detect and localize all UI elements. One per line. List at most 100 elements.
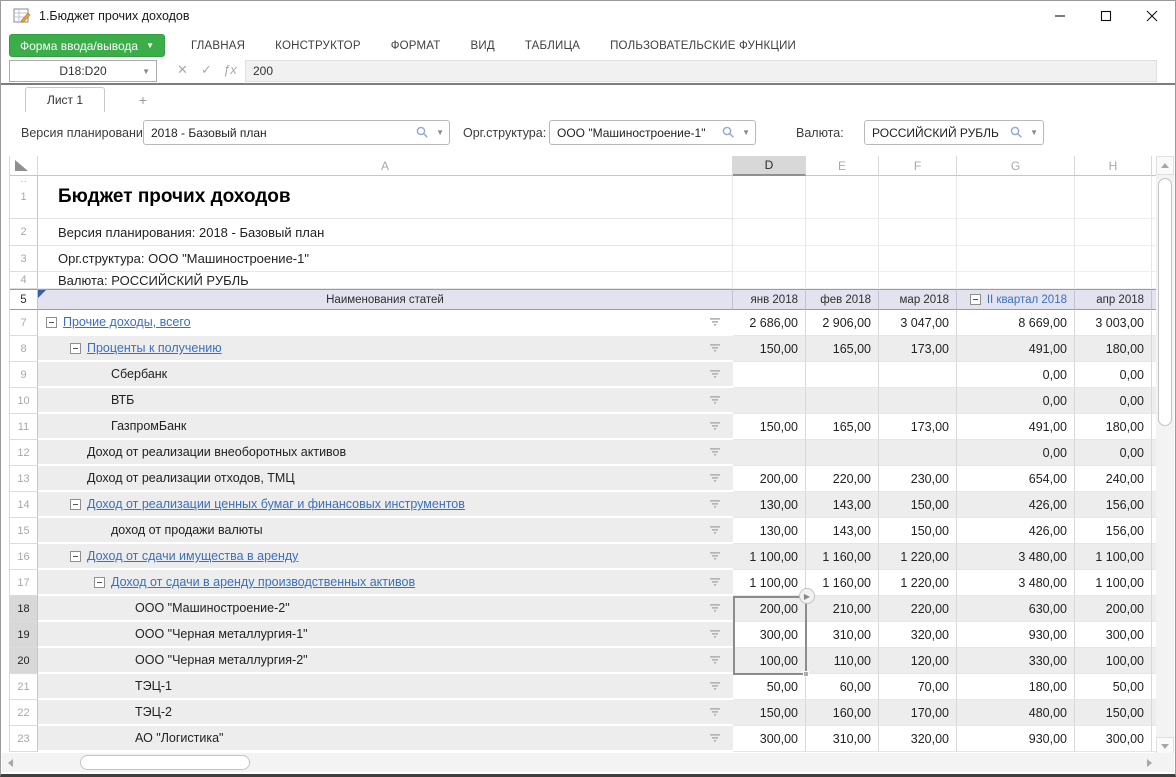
fill-handle[interactable] <box>803 671 809 677</box>
cell-F21[interactable]: 70,00 <box>879 674 957 700</box>
cell-G16[interactable]: 3 480,00 <box>957 544 1075 570</box>
cell-E12[interactable] <box>806 440 879 466</box>
cell-G22[interactable]: 480,00 <box>957 700 1075 726</box>
scroll-left-button[interactable] <box>2 753 19 772</box>
period-header-2[interactable]: мар 2018 <box>879 289 957 310</box>
collapse-box-icon[interactable] <box>70 499 81 510</box>
cell-F13[interactable]: 230,00 <box>879 466 957 492</box>
row-header-12[interactable]: 12 <box>10 440 38 466</box>
cell-E16[interactable]: 1 160,00 <box>806 544 879 570</box>
row-header-16[interactable]: 16 <box>10 544 38 570</box>
info-cell-empty[interactable] <box>806 272 879 289</box>
sheet-tab-list1[interactable]: Лист 1 <box>25 87 105 112</box>
selected-range-outline[interactable] <box>733 596 807 675</box>
cell-E21[interactable]: 60,00 <box>806 674 879 700</box>
filter-funnel-icon[interactable] <box>709 447 721 457</box>
search-icon[interactable] <box>416 126 429 139</box>
info-cell-A4[interactable]: Валюта: РОССИЙСКИЙ РУБЛЬ <box>38 272 733 289</box>
info-cell-empty[interactable] <box>806 246 879 272</box>
cell-D11[interactable]: 150,00 <box>733 414 806 440</box>
horizontal-scroll-thumb[interactable] <box>80 755 250 770</box>
cell-G10[interactable]: 0,00 <box>957 388 1075 414</box>
cell-E7[interactable]: 2 906,00 <box>806 310 879 336</box>
article-label[interactable]: Доход от реализации ценных бумаг и финан… <box>87 497 465 511</box>
row-header-21[interactable]: 21 <box>10 674 38 700</box>
search-icon[interactable] <box>722 126 735 139</box>
filter-funnel-icon[interactable] <box>709 317 721 327</box>
column-header-H[interactable]: H <box>1075 156 1152 176</box>
collapse-box-icon[interactable] <box>70 343 81 354</box>
org-filter-input[interactable]: ООО "Машиностроение-1" ▼ <box>549 120 756 145</box>
ribbon-tab-3[interactable]: ВИД <box>471 40 495 52</box>
scroll-up-button[interactable] <box>1156 156 1174 175</box>
select-all-corner[interactable] <box>10 156 38 176</box>
article-cell-18[interactable]: ООО "Машиностроение-2" <box>38 596 733 622</box>
info-cell-A1[interactable]: Бюджет прочих доходов <box>38 176 733 219</box>
cell-D9[interactable] <box>733 362 806 388</box>
cell-F17[interactable]: 1 220,00 <box>879 570 957 596</box>
cell-E17[interactable]: 1 160,00 <box>806 570 879 596</box>
cell-E23[interactable]: 310,00 <box>806 726 879 752</box>
insert-function-icon[interactable]: ƒx <box>223 62 237 77</box>
row-header-9[interactable]: 9 <box>10 362 38 388</box>
ribbon-tab-5[interactable]: ПОЛЬЗОВАТЕЛЬСКИЕ ФУНКЦИИ <box>610 40 796 52</box>
cell-G19[interactable]: 930,00 <box>957 622 1075 648</box>
filter-funnel-icon[interactable] <box>709 499 721 509</box>
info-cell-empty[interactable] <box>957 246 1075 272</box>
article-cell-15[interactable]: доход от продажи валюты <box>38 518 733 544</box>
info-cell-empty[interactable] <box>1075 272 1152 289</box>
vertical-scroll-thumb[interactable] <box>1158 178 1172 426</box>
cell-H11[interactable]: 180,00 <box>1075 414 1152 440</box>
form-io-button[interactable]: Форма ввода/вывода ▼ <box>9 34 165 57</box>
info-cell-empty[interactable] <box>1075 176 1152 219</box>
vertical-scrollbar[interactable] <box>1156 156 1174 756</box>
cell-F8[interactable]: 173,00 <box>879 336 957 362</box>
row-header-22[interactable]: 22 <box>10 700 38 726</box>
cell-E11[interactable]: 165,00 <box>806 414 879 440</box>
cell-G8[interactable]: 491,00 <box>957 336 1075 362</box>
filter-funnel-icon[interactable] <box>709 733 721 743</box>
cell-E22[interactable]: 160,00 <box>806 700 879 726</box>
formula-input[interactable]: 200 <box>245 60 1157 82</box>
version-filter-input[interactable]: 2018 - Базовый план ▼ <box>143 120 450 145</box>
cell-F10[interactable] <box>879 388 957 414</box>
cell-F18[interactable]: 220,00 <box>879 596 957 622</box>
filter-funnel-icon[interactable] <box>709 681 721 691</box>
row-header-4[interactable]: 4 <box>10 272 38 289</box>
article-cell-19[interactable]: ООО "Черная металлургия-1" <box>38 622 733 648</box>
article-cell-22[interactable]: ТЭЦ-2 <box>38 700 733 726</box>
row-header-19[interactable]: 19 <box>10 622 38 648</box>
cell-D13[interactable]: 200,00 <box>733 466 806 492</box>
cell-F22[interactable]: 170,00 <box>879 700 957 726</box>
article-cell-23[interactable]: АО "Логистика" <box>38 726 733 752</box>
row-header-11[interactable]: 11 <box>10 414 38 440</box>
cell-E10[interactable] <box>806 388 879 414</box>
horizontal-scrollbar[interactable] <box>2 753 1158 772</box>
article-cell-16[interactable]: Доход от сдачи имущества в аренду <box>38 544 733 570</box>
cell-G20[interactable]: 330,00 <box>957 648 1075 674</box>
cell-D23[interactable]: 300,00 <box>733 726 806 752</box>
filter-funnel-icon[interactable] <box>709 603 721 613</box>
confirm-entry-icon[interactable]: ✓ <box>201 62 212 78</box>
cell-F15[interactable]: 150,00 <box>879 518 957 544</box>
minimize-button[interactable] <box>1037 1 1083 31</box>
info-cell-empty[interactable] <box>733 272 806 289</box>
cell-F16[interactable]: 1 220,00 <box>879 544 957 570</box>
article-cell-8[interactable]: Проценты к получению <box>38 336 733 362</box>
article-cell-20[interactable]: ООО "Черная металлургия-2" <box>38 648 733 674</box>
search-icon[interactable] <box>1010 126 1023 139</box>
article-cell-12[interactable]: Доход от реализации внеоборотных активов <box>38 440 733 466</box>
info-cell-empty[interactable] <box>733 219 806 246</box>
cell-G9[interactable]: 0,00 <box>957 362 1075 388</box>
cell-D8[interactable]: 150,00 <box>733 336 806 362</box>
cell-F11[interactable]: 173,00 <box>879 414 957 440</box>
filter-funnel-icon[interactable] <box>709 421 721 431</box>
info-cell-empty[interactable] <box>957 272 1075 289</box>
chevron-down-icon[interactable]: ▼ <box>742 128 750 137</box>
row-header-14[interactable]: 14 <box>10 492 38 518</box>
collapse-box-icon[interactable] <box>94 577 105 588</box>
info-cell-empty[interactable] <box>879 176 957 219</box>
row-header-5[interactable]: 5 <box>10 289 38 310</box>
info-cell-empty[interactable] <box>806 176 879 219</box>
cell-E18[interactable]: 210,00 <box>806 596 879 622</box>
